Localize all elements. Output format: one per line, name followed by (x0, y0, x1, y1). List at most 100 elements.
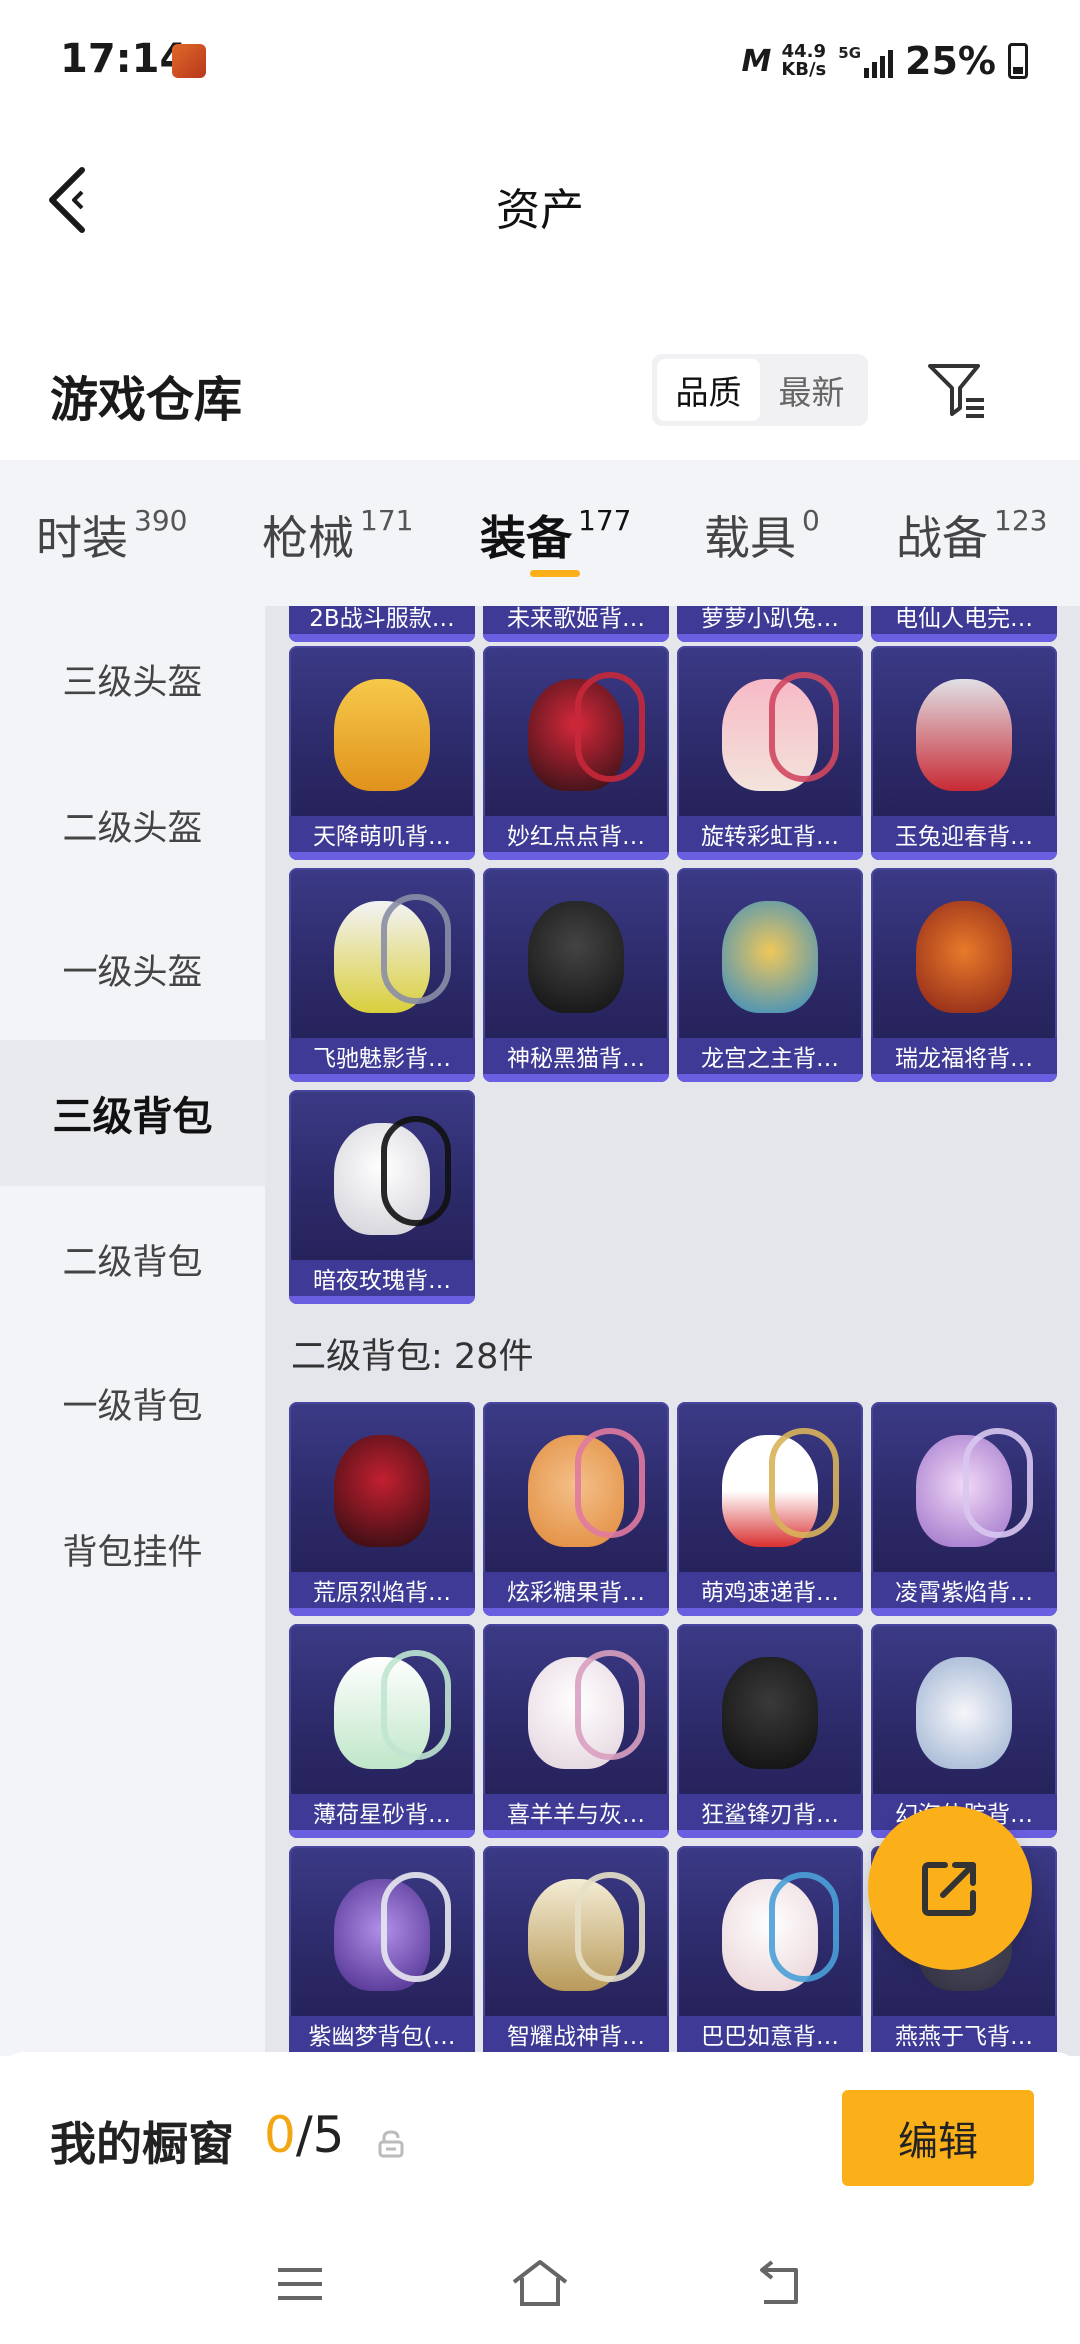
backpack-image (483, 1846, 669, 2024)
item-card[interactable]: 薄荷星砂背… (289, 1624, 475, 1838)
signal-icon: 5G (838, 44, 894, 78)
backpack-image (483, 868, 669, 1046)
tab-label: 枪械 (262, 511, 354, 565)
item-card[interactable]: 炫彩糖果背… (483, 1402, 669, 1616)
sidebar-item-level3-backpack[interactable]: 三级背包 (0, 1040, 265, 1186)
item-card[interactable]: 未来歌姬背… (483, 606, 669, 642)
item-card[interactable]: 智耀战神背… (483, 1846, 669, 2056)
sidebar-item-level1-backpack[interactable]: 一级背包 (0, 1330, 265, 1476)
item-card[interactable]: 幻海仙踪背… (871, 1624, 1057, 1838)
item-card[interactable]: 狂鲨锋刃背… (677, 1624, 863, 1838)
item-name: 天降萌叽背… (289, 816, 475, 852)
item-card[interactable]: 天降萌叽背… (289, 646, 475, 860)
backpack-image (677, 646, 863, 824)
item-name: 妙红点点背… (483, 816, 669, 852)
item-card[interactable]: 玉兔迎春背… (871, 646, 1057, 860)
status-time: 17:14 (60, 36, 188, 82)
edit-button[interactable]: 编辑 (842, 2090, 1034, 2186)
sidebar-item-backpack-charm[interactable]: 背包挂件 (0, 1476, 265, 1622)
tab-fashion[interactable]: 时装 390 (36, 502, 187, 568)
backpack-image (871, 646, 1057, 824)
backpack-image (871, 1624, 1057, 1802)
system-nav-bar (0, 2224, 1080, 2344)
sort-newest-button[interactable]: 最新 (760, 359, 863, 421)
item-card[interactable]: 萌鸡速递背… (677, 1402, 863, 1616)
backpack-image (289, 1090, 475, 1268)
item-name: 燕燕于飞背… (871, 2016, 1057, 2052)
tab-label: 装备 (480, 511, 572, 565)
showcase-label: 我的橱窗 (50, 2117, 234, 2171)
sidebar-item-level3-helmet[interactable]: 三级头盔 (0, 606, 265, 752)
tab-count: 390 (134, 504, 188, 537)
network-logo-icon: M (741, 43, 771, 79)
tab-label: 载具 (704, 511, 796, 565)
tab-count: 171 (360, 504, 414, 537)
home-icon[interactable] (510, 2256, 570, 2312)
share-button[interactable] (868, 1806, 1032, 1970)
item-card[interactable]: 萝萝小趴兔… (677, 606, 863, 642)
section-header-level2-backpack: 二级背包: 28件 (291, 1337, 534, 1377)
back-icon[interactable] (750, 2256, 810, 2312)
item-card[interactable]: 紫幽梦背包(… (289, 1846, 475, 2056)
item-card[interactable]: 暗夜玫瑰背… (289, 1090, 475, 1304)
item-card[interactable]: 喜羊羊与灰… (483, 1624, 669, 1838)
showcase-current: 0 (264, 2106, 296, 2164)
item-name: 玉兔迎春背… (871, 816, 1057, 852)
item-name: 荒原烈焰背… (289, 1572, 475, 1608)
backpack-image (677, 1624, 863, 1802)
tab-label: 战备 (896, 511, 988, 565)
item-card[interactable]: 电仙人电完… (871, 606, 1057, 642)
tab-firearms[interactable]: 枪械 171 (262, 502, 413, 568)
filter-icon[interactable] (924, 358, 988, 422)
backpack-image (289, 1624, 475, 1802)
item-name: 萌鸡速递背… (677, 1572, 863, 1608)
battery-percent: 25% (905, 39, 996, 83)
backpack-image (677, 1402, 863, 1580)
item-card[interactable]: 巴巴如意背… (677, 1846, 863, 2056)
item-name: 电仙人电完… (871, 606, 1057, 634)
sidebar-item-level1-helmet[interactable]: 一级头盔 (0, 896, 265, 1042)
item-card[interactable]: 荒原烈焰背… (289, 1402, 475, 1616)
item-name: 暗夜玫瑰背… (289, 1260, 475, 1296)
tab-label: 时装 (36, 511, 128, 565)
tab-supplies[interactable]: 战备 123 (896, 502, 1047, 568)
item-card[interactable]: 妙红点点背… (483, 646, 669, 860)
active-tab-indicator (530, 570, 580, 577)
tab-equipment[interactable]: 装备 177 (480, 502, 631, 568)
item-name: 龙宫之主背… (677, 1038, 863, 1074)
backpack-image (289, 1402, 475, 1580)
item-name: 薄荷星砂背… (289, 1794, 475, 1830)
menu-icon[interactable] (270, 2256, 330, 2312)
category-tabs: 时装 390 枪械 171 装备 177 载具 0 战备 123 (0, 460, 1080, 606)
tab-count: 177 (578, 504, 632, 537)
network-type: 5G (838, 44, 862, 62)
page-title: 资产 (496, 185, 584, 236)
item-name: 神秘黑猫背… (483, 1038, 669, 1074)
item-card[interactable]: 神秘黑猫背… (483, 868, 669, 1082)
item-card[interactable]: 凌霄紫焰背… (871, 1402, 1057, 1616)
item-card[interactable]: 龙宫之主背… (677, 868, 863, 1082)
item-card[interactable]: 瑞龙福将背… (871, 868, 1057, 1082)
item-name: 智耀战神背… (483, 2016, 669, 2052)
item-name: 喜羊羊与灰… (483, 1794, 669, 1830)
item-name: 飞驰魅影背… (289, 1038, 475, 1074)
item-name: 凌霄紫焰背… (871, 1572, 1057, 1608)
sort-quality-button[interactable]: 品质 (657, 359, 760, 421)
sidebar-item-level2-helmet[interactable]: 二级头盔 (0, 752, 265, 898)
item-card[interactable]: 旋转彩虹背… (677, 646, 863, 860)
battery-icon (1008, 43, 1028, 79)
item-card[interactable]: 2B战斗服款… (289, 606, 475, 642)
item-name: 狂鲨锋刃背… (677, 1794, 863, 1830)
nav-bar: 资产 (0, 150, 1080, 250)
backpack-image (289, 646, 475, 824)
network-speed: 44.9 KB/s (781, 43, 826, 79)
backpack-image (871, 868, 1057, 1046)
tab-vehicles[interactable]: 载具 0 (704, 502, 820, 568)
showcase-total: /5 (295, 2106, 345, 2164)
item-name: 瑞龙福将背… (871, 1038, 1057, 1074)
showcase-bar: 我的橱窗 0/5 编辑 (0, 2052, 1080, 2224)
sidebar-item-level2-backpack[interactable]: 二级背包 (0, 1186, 265, 1332)
backpack-image (677, 868, 863, 1046)
backpack-image (289, 1846, 475, 2024)
item-card[interactable]: 飞驰魅影背… (289, 868, 475, 1082)
